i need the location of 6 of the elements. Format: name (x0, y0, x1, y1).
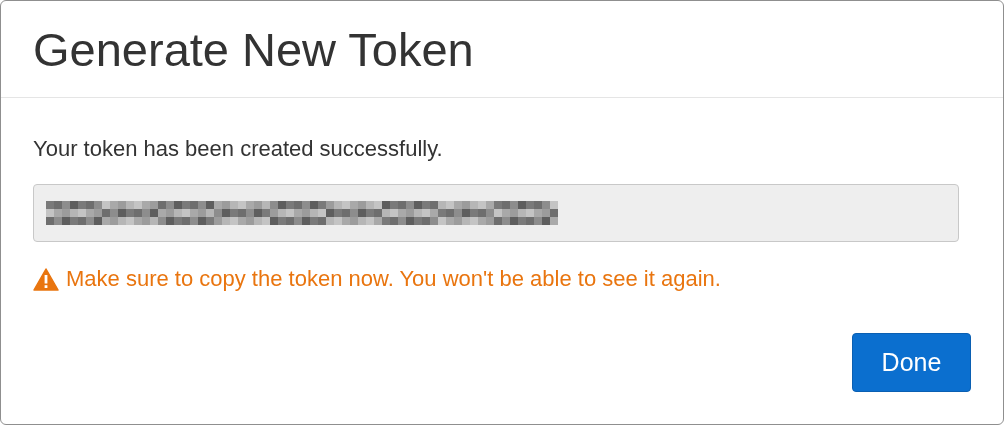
warning-message: Make sure to copy the token now. You won't be able to see it again. (66, 266, 721, 292)
token-field[interactable] (33, 184, 959, 242)
dialog-title: Generate New Token (33, 21, 474, 77)
success-message: Your token has been created successfully. (33, 135, 444, 163)
warning-icon (33, 267, 59, 291)
done-button[interactable]: Done (852, 333, 971, 392)
